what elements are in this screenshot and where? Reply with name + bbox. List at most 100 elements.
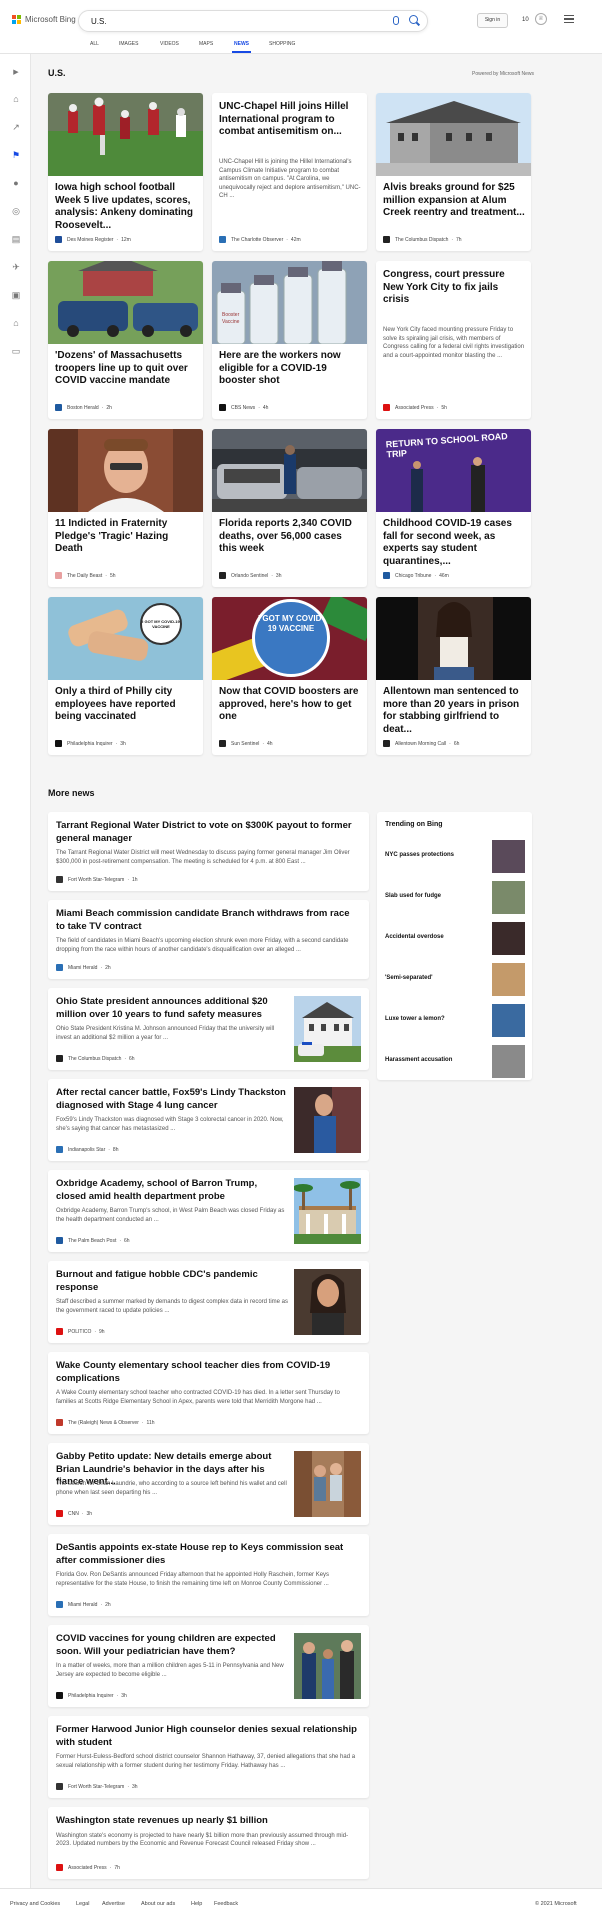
tab-all[interactable]: ALL [90,41,99,47]
tab-images[interactable]: IMAGES [119,41,138,47]
publisher-name: Allentown Morning Call [395,740,447,747]
trending-item[interactable]: Accidental overdose [385,922,525,955]
more-news-title[interactable]: Ohio State president announces additiona… [56,996,288,1021]
news-card[interactable]: RETURN TO SCHOOL ROAD TRIP Childhood COVI… [376,429,531,587]
tab-news[interactable]: NEWS [232,41,251,53]
trending-item[interactable]: 'Semi-separated' [385,963,525,996]
more-news-title[interactable]: Former Harwood Junior High counselor den… [56,1724,361,1749]
footer-link-legal[interactable]: Legal [76,1901,89,1907]
tab-videos[interactable]: VIDEOS [160,41,179,47]
news-card-title[interactable]: Allentown man sentenced to more than 20 … [383,686,525,736]
menu-icon[interactable] [564,15,574,23]
news-card[interactable]: Iowa high school football Week 5 live up… [48,93,203,251]
film-icon[interactable]: ▣ [11,290,21,300]
microphone-icon[interactable] [393,16,399,25]
expand-icon[interactable]: ▶ [11,68,21,78]
news-card-title[interactable]: 'Dozens' of Massachusetts troopers line … [55,350,197,388]
home-icon[interactable]: ⌂ [11,94,21,104]
more-news-item[interactable]: DeSantis appoints ex-state House rep to … [48,1534,369,1616]
news-card-title[interactable]: UNC-Chapel Hill joins Hillel Internation… [219,101,361,139]
more-news-item[interactable]: Former Harwood Junior High counselor den… [48,1716,369,1798]
more-news-title[interactable]: Oxbridge Academy, school of Barron Trump… [56,1178,288,1203]
news-card[interactable]: Alvis breaks ground for $25 million expa… [376,93,531,251]
more-news-item[interactable]: COVID vaccines for young children are ex… [48,1625,369,1707]
trending-label[interactable]: NYC passes protections [385,852,454,858]
more-news-item[interactable]: Miami Beach commission candidate Branch … [48,900,369,979]
trending-label[interactable]: Accidental overdose [385,934,444,940]
publish-time: 42m [290,236,301,243]
trending-item[interactable]: Slab used for fudge [385,881,525,914]
news-card-title[interactable]: 11 Indicted in Fraternity Pledge's 'Trag… [55,518,197,556]
footer-link-feedback[interactable]: Feedback [214,1901,238,1907]
news-card[interactable]: 11 Indicted in Fraternity Pledge's 'Trag… [48,429,203,587]
more-news-title[interactable]: Burnout and fatigue hobble CDC's pandemi… [56,1269,288,1294]
sign-in-button[interactable]: Sign in [477,13,508,28]
news-card-title[interactable]: Congress, court pressure New York City t… [383,269,525,307]
more-news-title[interactable]: Wake County elementary school teacher di… [56,1360,361,1385]
trending-label[interactable]: Luxe tower a lemon? [385,1016,445,1022]
trending-thumbnail [492,840,525,873]
trending-icon[interactable]: ↗ [11,122,21,132]
rewards-trophy-icon[interactable]: ♕ [535,13,547,25]
trending-item[interactable]: Harassment accusation [385,1045,525,1078]
news-card-title[interactable]: Alvis breaks ground for $25 million expa… [383,182,525,220]
more-news-item[interactable]: Ohio State president announces additiona… [48,988,369,1070]
bank-icon[interactable]: ⌂ [11,318,21,328]
more-news-thumbnail [294,1633,361,1699]
news-card-title[interactable]: Only a third of Philly city employees ha… [55,686,197,724]
briefcase-icon[interactable]: ▤ [11,234,21,244]
news-card[interactable]: Allentown man sentenced to more than 20 … [376,597,531,755]
more-news-item[interactable]: Washington state revenues up nearly $1 b… [48,1807,369,1879]
flag-icon[interactable]: ⚑ [11,150,21,160]
footer-link-about-ads[interactable]: About our ads [141,1901,175,1907]
publish-time: 6h [124,1237,130,1244]
tab-shopping[interactable]: SHOPPING [269,41,295,47]
trending-item[interactable]: NYC passes protections [385,840,525,873]
news-card-title[interactable]: Iowa high school football Week 5 live up… [55,182,197,232]
news-card-title[interactable]: Childhood COVID-19 cases fall for second… [383,518,525,568]
trending-item[interactable]: Luxe tower a lemon? [385,1004,525,1037]
search-box[interactable] [78,10,428,32]
more-news-item[interactable]: Tarrant Regional Water District to vote … [48,812,369,891]
trending-label[interactable]: Slab used for fudge [385,893,441,899]
search-icon[interactable] [409,15,418,24]
more-news-item[interactable]: Oxbridge Academy, school of Barron Trump… [48,1170,369,1252]
trending-label[interactable]: Harassment accusation [385,1057,452,1063]
more-news-item[interactable]: After rectal cancer battle, Fox59's Lind… [48,1079,369,1161]
news-card-title[interactable]: Now that COVID boosters are approved, he… [219,686,361,724]
rocket-icon[interactable]: ✈ [11,262,21,272]
footer-link-advertise[interactable]: Advertise [102,1901,125,1907]
trending-label[interactable]: 'Semi-separated' [385,975,433,981]
news-card[interactable]: I GOT MY COVID-19 VACCINE Only a third of… [48,597,203,755]
more-news-item[interactable]: Wake County elementary school teacher di… [48,1352,369,1434]
location-icon[interactable]: ● [11,178,21,188]
footer-link-help[interactable]: Help [191,1901,202,1907]
news-card[interactable]: 'Dozens' of Massachusetts troopers line … [48,261,203,419]
more-news-title[interactable]: Washington state revenues up nearly $1 b… [56,1815,361,1828]
card-icon[interactable]: ▭ [11,346,21,356]
publisher-name: Fort Worth Star-Telegram [68,876,125,883]
tab-maps[interactable]: MAPS [199,41,213,47]
bing-logo[interactable]: Microsoft Bing [12,15,76,24]
news-card-title[interactable]: Here are the workers now eligible for a … [219,350,361,388]
news-card[interactable]: I GOT MY COVID-19 VACCINE Now that COVID … [212,597,367,755]
more-news-title[interactable]: After rectal cancer battle, Fox59's Lind… [56,1087,288,1112]
publisher-logo-icon [56,964,63,971]
more-news-title[interactable]: COVID vaccines for young children are ex… [56,1633,288,1658]
globe-icon[interactable]: ◎ [11,206,21,216]
more-news-item[interactable]: Gabby Petito update: New details emerge … [48,1443,369,1525]
news-card[interactable]: Florida reports 2,340 COVID deaths, over… [212,429,367,587]
publish-time: 2h [105,964,111,971]
rewards-count[interactable]: 10 [522,17,529,23]
search-input[interactable] [91,14,351,29]
news-card[interactable]: Booster Vaccine Here are the workers now e… [212,261,367,419]
more-news-title[interactable]: Tarrant Regional Water District to vote … [56,820,361,845]
news-card[interactable]: Congress, court pressure New York City t… [376,261,531,419]
more-news-snippet: The search for Brian Laundrie, who accor… [56,1481,287,1496]
more-news-title[interactable]: DeSantis appoints ex-state House rep to … [56,1542,361,1567]
news-card[interactable]: UNC-Chapel Hill joins Hillel Internation… [212,93,367,251]
more-news-title[interactable]: Miami Beach commission candidate Branch … [56,908,361,933]
more-news-item[interactable]: Burnout and fatigue hobble CDC's pandemi… [48,1261,369,1343]
news-card-title[interactable]: Florida reports 2,340 COVID deaths, over… [219,518,361,556]
footer-link-privacy[interactable]: Privacy and Cookies [10,1901,60,1907]
